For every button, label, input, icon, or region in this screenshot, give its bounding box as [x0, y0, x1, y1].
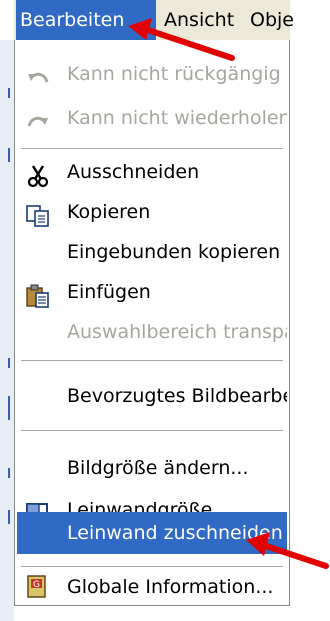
- window-left-edge: [0, 40, 14, 621]
- edge-mark: [8, 88, 10, 98]
- svg-text:G: G: [33, 580, 40, 590]
- menu-item-paste-embedded[interactable]: Eingebunden kopieren: [17, 230, 287, 274]
- red-pointer-arrow: [128, 18, 235, 61]
- menu-item-resize-image[interactable]: Bildgröße ändern...: [17, 446, 287, 490]
- menu-item-select-transparent[interactable]: Auswahlbereich transpa: [17, 310, 287, 354]
- edge-mark: [8, 510, 10, 524]
- red-pointer-arrow: [246, 532, 329, 569]
- menu-separator: [21, 148, 283, 149]
- redo-arrow-icon: [25, 106, 51, 130]
- menu-item-label: Kann nicht wiederholen: [67, 107, 287, 129]
- menu-item-redo[interactable]: Kann nicht wiederholen: [17, 96, 287, 140]
- menu-item-label: Auswahlbereich transpa: [67, 321, 287, 343]
- menu-separator: [21, 360, 283, 361]
- info-document-icon: G: [25, 575, 51, 599]
- menu-item-label: Eingebunden kopieren: [67, 241, 281, 263]
- menu-separator: [21, 430, 283, 431]
- menu-item-preferred-editor[interactable]: Bevorzugtes Bildbearbe: [17, 374, 287, 418]
- menu-item-paste[interactable]: Einfügen: [17, 270, 287, 314]
- menu-objekt[interactable]: Obje: [250, 0, 294, 40]
- edge-mark: [8, 468, 10, 478]
- menu-item-copy[interactable]: Kopieren: [17, 190, 287, 234]
- copy-documents-icon: [25, 200, 51, 227]
- edge-mark: [8, 358, 10, 368]
- menu-item-label: Kopieren: [67, 201, 151, 223]
- menu-item-label: Ausschneiden: [67, 161, 200, 183]
- menu-item-cut[interactable]: Ausschneiden: [17, 150, 287, 194]
- edge-mark: [8, 148, 10, 162]
- menu-item-label: Bevorzugtes Bildbearbe: [67, 385, 287, 407]
- menu-item-label: Bildgröße ändern...: [67, 457, 249, 479]
- clipboard-paste-icon: [25, 280, 51, 308]
- scissors-icon: [25, 160, 51, 188]
- undo-arrow-icon: [25, 62, 51, 86]
- menu-item-label: Einfügen: [67, 281, 151, 303]
- edge-mark: [8, 396, 10, 420]
